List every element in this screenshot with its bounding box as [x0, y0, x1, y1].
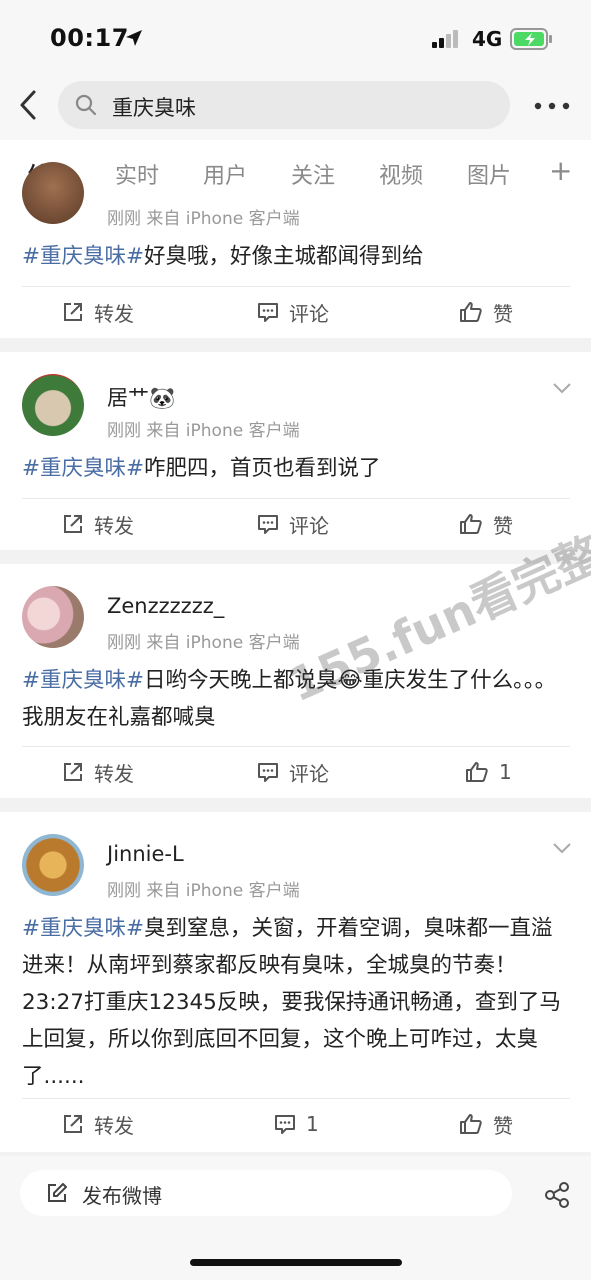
add-tab-button[interactable]: + [549, 154, 572, 187]
username[interactable]: 居艹🐼 [107, 382, 175, 412]
post-text: 好臭哦，好像主城都闻得到给 [144, 244, 424, 269]
chevron-down-icon[interactable] [552, 842, 572, 854]
post-card[interactable]: 居艹🐼 刚刚 来自 iPhone 客户端 #重庆臭味#咋肥四，首页也看到说了 转… [0, 352, 591, 550]
comment-button[interactable]: 评论 [257, 747, 329, 797]
avatar[interactable] [22, 162, 84, 224]
post-meta: 刚刚 来自 iPhone 客户端 [107, 881, 300, 901]
back-icon[interactable] [14, 88, 44, 122]
post-meta: 刚刚 来自 iPhone 客户端 [107, 421, 300, 441]
like-button[interactable]: 1 [465, 747, 512, 797]
comment-icon [258, 515, 278, 534]
post-actions: 转发 评论 1 [0, 747, 591, 797]
repost-label: 转发 [94, 761, 134, 786]
share-icon[interactable] [544, 1182, 570, 1208]
signal-icon [432, 30, 458, 48]
compose-label: 发布微博 [82, 1184, 162, 1208]
like-button[interactable]: 赞 [459, 1099, 513, 1149]
like-icon [466, 762, 488, 782]
network-type: 4G [472, 27, 503, 51]
like-label: 赞 [493, 513, 513, 538]
comment-label: 评论 [289, 301, 329, 326]
edit-icon [48, 1183, 67, 1202]
like-button[interactable]: 赞 [459, 499, 513, 549]
post-meta: 刚刚 来自 iPhone 客户端 [107, 209, 300, 229]
like-label: 赞 [493, 301, 513, 326]
like-label: 赞 [493, 1113, 513, 1138]
repost-button[interactable]: 转发 [62, 1099, 134, 1149]
like-button[interactable]: 赞 [459, 287, 513, 337]
post-content: #重庆臭味#咋肥四，首页也看到说了 [22, 450, 570, 487]
repost-button[interactable]: 转发 [62, 287, 134, 337]
search-icon [75, 94, 97, 116]
post-card[interactable]: Jinnie-L 刚刚 来自 iPhone 客户端 #重庆臭味#臭到窒息，关窗，… [0, 812, 591, 1152]
post-text: 臭到窒息，关窗，开着空调，臭味都一直溢进来！从南坪到蔡家都反映有臭味，全城臭的节… [22, 916, 561, 1089]
home-indicator [190, 1259, 402, 1266]
avatar[interactable] [22, 834, 84, 896]
tab-following[interactable]: 关注 [291, 158, 335, 190]
more-icon[interactable] [534, 102, 570, 110]
username[interactable]: Zenzzzzzz_ [107, 594, 224, 618]
chevron-down-icon[interactable] [552, 382, 572, 394]
post-content: #重庆臭味#好臭哦，好像主城都闻得到给 [22, 238, 570, 275]
repost-icon [64, 515, 82, 533]
post-actions: 转发 评论 赞 [0, 287, 591, 337]
like-count: 1 [499, 760, 512, 784]
tab-images[interactable]: 图片 [467, 158, 511, 190]
comment-label: 评论 [289, 513, 329, 538]
comment-button[interactable]: 评论 [257, 499, 329, 549]
tab-users[interactable]: 用户 [203, 158, 247, 190]
hashtag-link[interactable]: #重庆臭味# [22, 668, 144, 693]
hashtag-link[interactable]: #重庆臭味# [22, 456, 144, 481]
compose-button[interactable]: 发布微博 [20, 1170, 512, 1216]
post-card[interactable]: 刚刚 来自 iPhone 客户端 #重庆臭味#好臭哦，好像主城都闻得到给 转发 … [0, 162, 591, 338]
repost-label: 转发 [94, 513, 134, 538]
comment-icon [275, 1115, 295, 1134]
repost-icon [64, 763, 82, 781]
tab-bar: 综合 实时 用户 关注 视频 图片 + [0, 140, 591, 202]
repost-icon [64, 303, 82, 321]
repost-label: 转发 [94, 1113, 134, 1138]
tab-realtime[interactable]: 实时 [115, 158, 159, 190]
repost-label: 转发 [94, 301, 134, 326]
like-icon [460, 1114, 482, 1134]
search-input[interactable]: 重庆臭味 [112, 92, 196, 122]
search-bar[interactable]: 重庆臭味 [58, 81, 510, 129]
comment-button[interactable]: 1 [274, 1099, 319, 1149]
repost-icon [64, 1115, 82, 1133]
post-meta: 刚刚 来自 iPhone 客户端 [107, 633, 300, 653]
avatar[interactable] [22, 374, 84, 436]
comment-count: 1 [306, 1112, 319, 1136]
like-icon [460, 302, 482, 322]
post-actions: 转发 1 赞 [0, 1099, 591, 1149]
bottom-bar: 发布微博 [0, 1156, 591, 1280]
status-bar: 00:17 4G [0, 0, 591, 70]
repost-button[interactable]: 转发 [62, 499, 134, 549]
repost-button[interactable]: 转发 [62, 747, 134, 797]
hashtag-link[interactable]: #重庆臭味# [22, 916, 144, 941]
battery-icon [510, 28, 552, 50]
post-actions: 转发 评论 赞 [0, 499, 591, 549]
comment-icon [258, 763, 278, 782]
top-bar: 重庆臭味 [0, 70, 591, 140]
comment-icon [258, 303, 278, 322]
username[interactable]: Jinnie-L [107, 842, 184, 866]
comment-button[interactable]: 评论 [257, 287, 329, 337]
like-icon [460, 514, 482, 534]
post-content: #重庆臭味#臭到窒息，关窗，开着空调，臭味都一直溢进来！从南坪到蔡家都反映有臭味… [22, 910, 570, 1095]
status-time: 00:17 [50, 24, 129, 52]
tab-video[interactable]: 视频 [379, 158, 423, 190]
avatar[interactable] [22, 586, 84, 648]
post-text: 咋肥四，首页也看到说了 [144, 456, 381, 481]
hashtag-link[interactable]: #重庆臭味# [22, 244, 144, 269]
comment-label: 评论 [289, 761, 329, 786]
location-arrow-icon [126, 30, 142, 46]
